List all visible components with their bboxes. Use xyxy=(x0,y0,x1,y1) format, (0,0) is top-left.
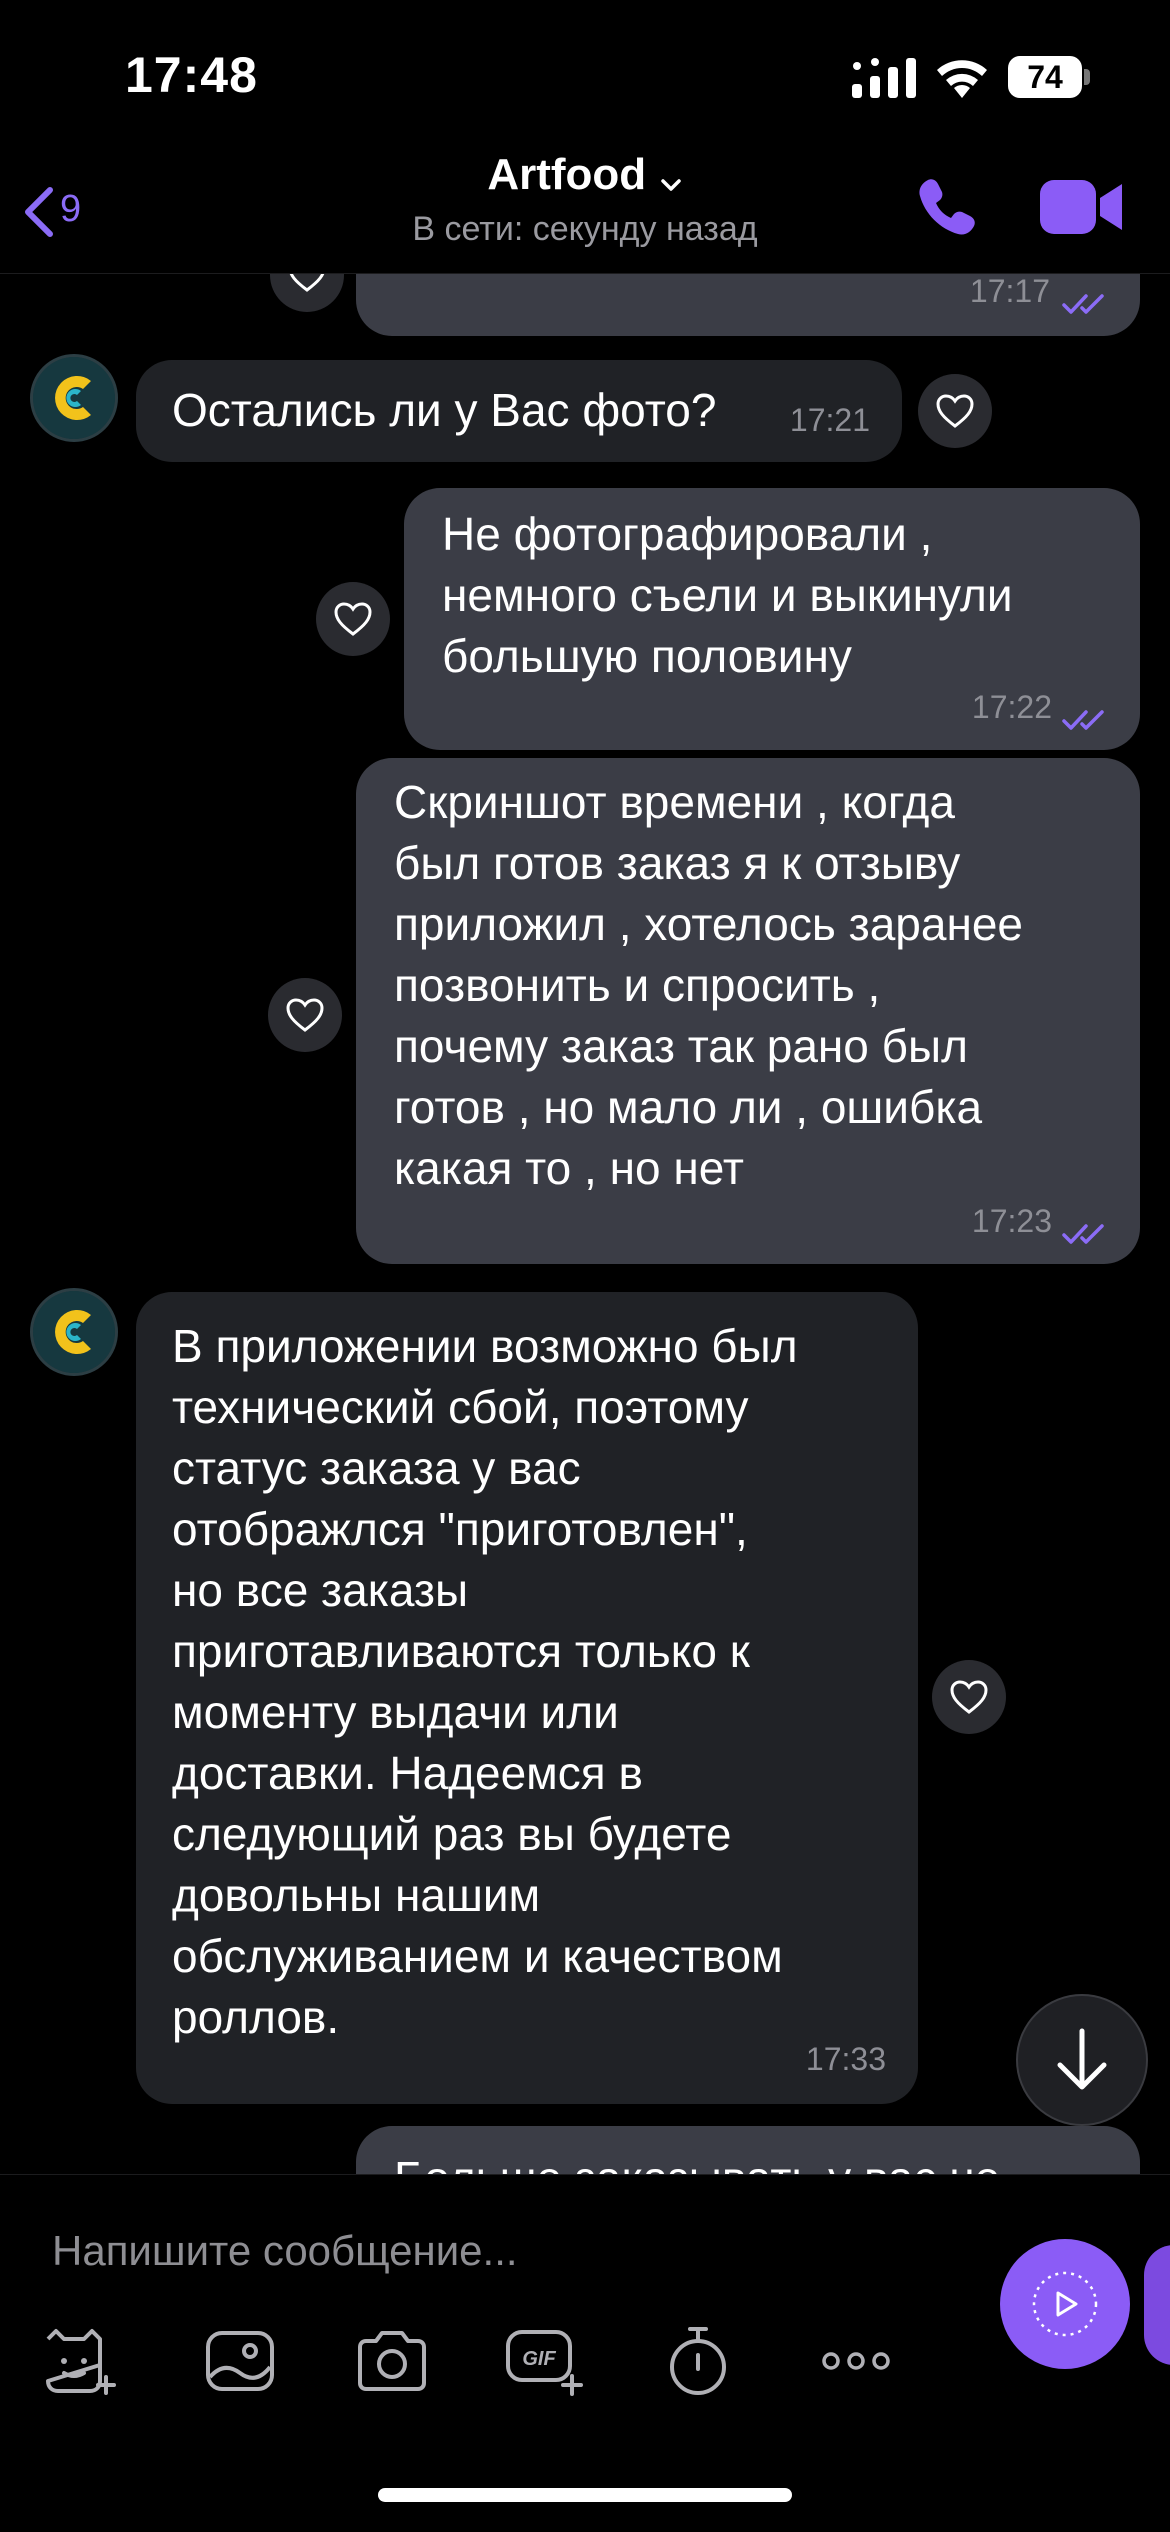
like-button[interactable] xyxy=(918,374,992,448)
more-icon xyxy=(822,2352,890,2370)
gif-button[interactable]: GIF xyxy=(504,2321,584,2401)
more-button[interactable] xyxy=(816,2321,896,2401)
message-text: Остались ли у Вас фото? xyxy=(172,384,717,436)
camera-button[interactable] xyxy=(352,2321,432,2401)
artfood-logo-icon xyxy=(33,1291,115,1373)
message-text: Не фотографировали , немного съели и вык… xyxy=(442,508,1013,682)
cellular-signal-icon xyxy=(852,58,916,98)
scroll-to-bottom-button[interactable] xyxy=(1016,1994,1148,2126)
play-icon xyxy=(1032,2271,1098,2337)
heart-icon xyxy=(950,1680,988,1714)
read-receipt-icon xyxy=(1062,294,1104,314)
chat-title: Artfood xyxy=(487,150,647,199)
message-bubble-incoming[interactable]: Остались ли у Вас фото? 17:21 xyxy=(136,360,902,462)
message-text: В приложении возможно был технический сб… xyxy=(172,1320,798,2043)
message-text: Скриншот времени , когда был готов заказ… xyxy=(394,776,1024,1194)
camera-icon xyxy=(358,2331,426,2391)
gallery-button[interactable] xyxy=(200,2321,280,2401)
like-button[interactable] xyxy=(270,274,344,312)
message-text: Больше заказывать у вас не xyxy=(394,2148,1000,2174)
stopwatch-icon xyxy=(670,2327,726,2395)
message-time: 17:17 xyxy=(969,274,1050,309)
status-bar: 17:48 74 xyxy=(0,0,1170,150)
message-bubble-outgoing[interactable]: Больше заказывать у вас не xyxy=(356,2126,1140,2174)
artfood-logo-icon xyxy=(33,357,115,439)
avatar[interactable] xyxy=(30,1288,118,1376)
video-camera-icon[interactable] xyxy=(1040,176,1124,238)
like-button[interactable] xyxy=(932,1660,1006,1734)
chevron-down-icon xyxy=(660,179,681,191)
message-time: 17:33 xyxy=(805,2041,886,2077)
message-bubble-outgoing[interactable]: 17:17 xyxy=(356,274,1140,336)
message-bubble-incoming[interactable]: В приложении возможно был технический сб… xyxy=(136,1292,918,2104)
send-button[interactable] xyxy=(1000,2239,1130,2369)
like-button[interactable] xyxy=(268,978,342,1052)
phone-icon[interactable] xyxy=(914,174,978,238)
secondary-action-button[interactable] xyxy=(1144,2245,1170,2365)
sticker-button[interactable] xyxy=(38,2321,118,2401)
heart-icon xyxy=(286,998,324,1032)
gif-icon: GIF xyxy=(506,2330,583,2396)
chat-title-area[interactable]: Artfood xyxy=(0,150,1170,200)
heart-icon xyxy=(334,602,372,636)
heart-icon xyxy=(289,274,325,292)
svg-text:GIF: GIF xyxy=(522,2348,556,2370)
wifi-icon xyxy=(937,60,987,98)
like-button[interactable] xyxy=(316,582,390,656)
battery-icon: 74 xyxy=(1008,56,1090,98)
timer-button[interactable] xyxy=(658,2321,738,2401)
message-bubble-outgoing[interactable]: Скриншот времени , когда был готов заказ… xyxy=(356,758,1140,1264)
gallery-icon xyxy=(206,2331,274,2391)
chat-header: 9 Artfood В сети: секунду назад xyxy=(0,150,1170,274)
read-receipt-icon xyxy=(1062,1224,1104,1244)
message-time: 17:21 xyxy=(789,402,870,438)
avatar[interactable] xyxy=(30,354,118,442)
message-composer: GIF xyxy=(0,2174,1170,2532)
home-indicator xyxy=(378,2488,792,2502)
battery-level: 74 xyxy=(1008,56,1082,98)
message-list[interactable]: 17:17 Остались ли у Вас фото? 17:21 Не ф… xyxy=(0,274,1170,2174)
status-time: 17:48 xyxy=(125,47,258,103)
message-time: 17:23 xyxy=(971,1203,1052,1239)
arrow-down-icon xyxy=(1057,2028,1107,2090)
message-time: 17:22 xyxy=(971,689,1052,725)
heart-icon xyxy=(936,394,974,428)
chat-presence-status: В сети: секунду назад xyxy=(412,210,758,248)
read-receipt-icon xyxy=(1062,710,1104,730)
message-input[interactable] xyxy=(52,2215,952,2287)
sticker-icon xyxy=(46,2329,116,2395)
message-bubble-outgoing[interactable]: Не фотографировали , немного съели и вык… xyxy=(404,488,1140,750)
